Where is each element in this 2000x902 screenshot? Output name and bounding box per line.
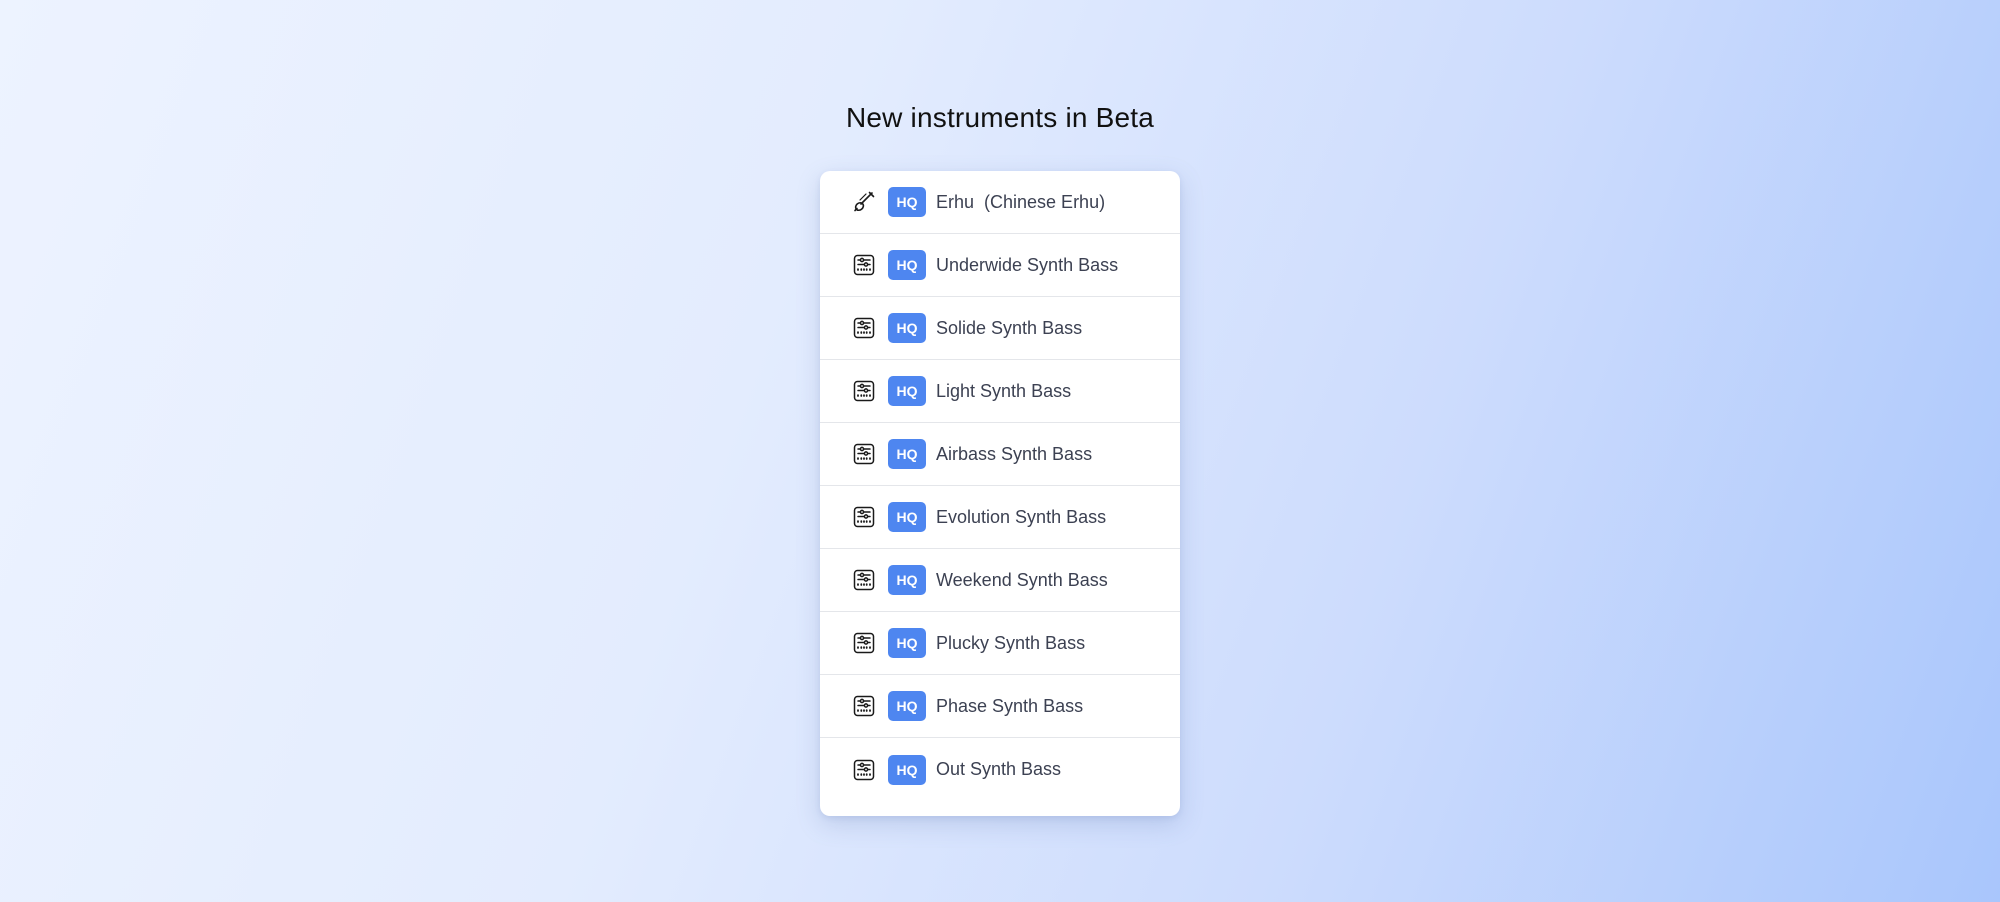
synth-icon: [852, 568, 876, 592]
instrument-list-card: HQ Erhu (Chinese Erhu) HQ Underwide Synt…: [820, 171, 1180, 816]
instrument-name: Erhu (Chinese Erhu): [936, 191, 1106, 212]
instrument-name: Evolution Synth Bass: [936, 506, 1107, 527]
list-item[interactable]: HQ Solide Synth Bass: [820, 297, 1180, 360]
erhu-icon: [852, 190, 876, 214]
hq-badge: HQ: [888, 502, 926, 532]
list-item[interactable]: HQ Evolution Synth Bass: [820, 486, 1180, 549]
page-title: New instruments in Beta: [845, 102, 1155, 133]
instrument-name: Out Synth Bass: [936, 759, 1062, 779]
synth-icon: [852, 379, 876, 403]
hq-badge: HQ: [888, 565, 926, 595]
synth-icon: [852, 253, 876, 277]
instrument-name: Plucky Synth Bass: [936, 632, 1086, 653]
instrument-name: Weekend Synth Bass: [936, 569, 1108, 590]
list-item[interactable]: HQ Out Synth Bass: [820, 738, 1180, 801]
synth-icon: [852, 442, 876, 466]
synth-icon: [852, 505, 876, 529]
hq-badge: HQ: [888, 754, 926, 785]
instrument-list: HQ Erhu (Chinese Erhu) HQ Underwide Synt…: [820, 171, 1180, 801]
hq-badge: HQ: [888, 250, 926, 280]
instrument-name: Underwide Synth Bass: [936, 254, 1119, 275]
hq-badge: HQ: [888, 439, 926, 469]
synth-icon: [852, 316, 876, 340]
list-item[interactable]: HQ Erhu (Chinese Erhu): [820, 171, 1180, 234]
instrument-name: Light Synth Bass: [936, 380, 1072, 401]
hq-badge: HQ: [888, 691, 926, 721]
instrument-name: Airbass Synth Bass: [936, 443, 1093, 464]
hq-badge: HQ: [888, 187, 926, 217]
instrument-name: Phase Synth Bass: [936, 695, 1084, 716]
instrument-name: Solide Synth Bass: [936, 317, 1083, 338]
hq-badge: HQ: [888, 313, 926, 343]
list-item[interactable]: HQ Light Synth Bass: [820, 360, 1180, 423]
list-item[interactable]: HQ Underwide Synth Bass: [820, 234, 1180, 297]
list-item[interactable]: HQ Weekend Synth Bass: [820, 549, 1180, 612]
synth-icon: [852, 631, 876, 655]
synth-icon: [852, 694, 876, 718]
synth-icon: [852, 758, 876, 782]
hq-badge: HQ: [888, 628, 926, 658]
list-item[interactable]: HQ Phase Synth Bass: [820, 675, 1180, 738]
list-item[interactable]: HQ Plucky Synth Bass: [820, 612, 1180, 675]
hq-badge: HQ: [888, 376, 926, 406]
list-item[interactable]: HQ Airbass Synth Bass: [820, 423, 1180, 486]
